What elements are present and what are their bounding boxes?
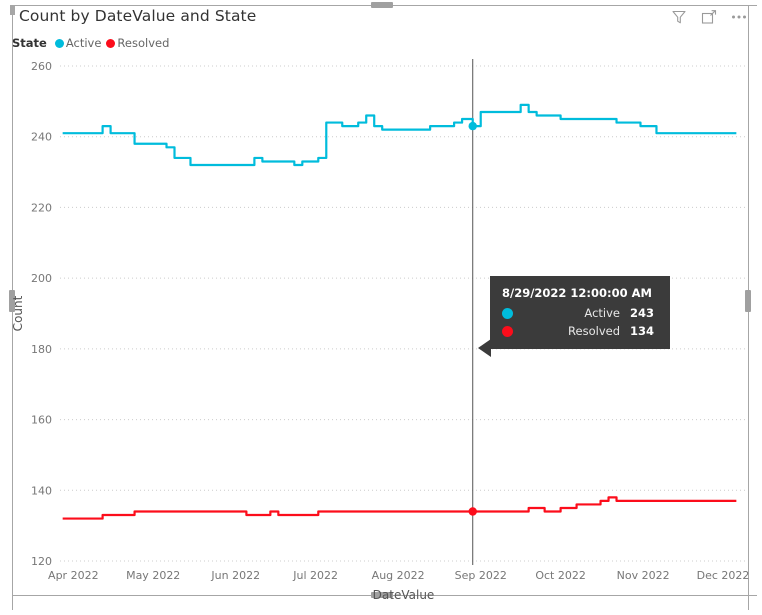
series-line-active[interactable]: [62, 103, 737, 167]
tooltip-value-active: 243: [630, 306, 655, 320]
resize-handle-left[interactable]: [9, 290, 15, 312]
tooltip-header: 8/29/2022 12:00:00 AM: [502, 286, 652, 300]
power-bi-line-chart-visual[interactable]: Count by DateValue and State State Activ…: [0, 0, 762, 615]
x-axis-tick-label: Oct 2022: [535, 569, 586, 582]
x-axis-tick-label: Sep 2022: [455, 569, 507, 582]
x-axis-tick-label: May 2022: [126, 569, 180, 582]
x-axis-tick-label: Dec 2022: [697, 569, 750, 582]
resize-handle-bottom[interactable]: [371, 592, 393, 598]
tooltip-label-active: Active: [584, 306, 620, 320]
y-axis-tick-label: 240: [31, 131, 52, 144]
y-axis-tick-label: 160: [31, 414, 52, 427]
x-axis-tick-label: Jun 2022: [210, 569, 260, 582]
y-axis-tick-label: 140: [31, 484, 52, 497]
tooltip-dot-active: [502, 307, 513, 319]
legend-label-active: Active: [65, 36, 102, 50]
tooltip-value-resolved: 134: [630, 324, 655, 338]
highlight-marker-resolved[interactable]: [468, 507, 477, 516]
y-axis-tick-label: 120: [31, 555, 52, 568]
legend-item-active[interactable]: Active: [54, 36, 102, 50]
x-axis-tick-label: Aug 2022: [372, 569, 425, 582]
legend: State Active Resolved: [12, 36, 174, 50]
series-line-resolved[interactable]: [62, 496, 737, 520]
tooltip-row-resolved: Resolved 134: [502, 324, 658, 338]
y-axis-tick-label: 180: [31, 343, 52, 356]
x-axis-tick-label: Apr 2022: [48, 569, 99, 582]
visual-corner-nub: [10, 5, 15, 15]
resize-handle-top[interactable]: [371, 2, 393, 8]
visual-header-icons: [670, 8, 748, 26]
tooltip-label-resolved: Resolved: [568, 324, 620, 338]
y-axis-tick-label: 260: [31, 60, 52, 73]
tooltip: 8/29/2022 12:00:00 AM Active 243 Resolve…: [490, 276, 670, 349]
x-axis-tick-label: Jul 2022: [292, 569, 338, 582]
tooltip-row-active: Active 243: [502, 306, 658, 320]
filter-icon[interactable]: [670, 8, 688, 26]
tooltip-dot-resolved: [502, 325, 513, 337]
highlight-marker-active[interactable]: [468, 121, 477, 131]
legend-label-resolved: Resolved: [117, 36, 170, 50]
resize-handle-right[interactable]: [745, 290, 751, 312]
y-axis-tick-label: 200: [31, 272, 52, 285]
x-axis-tick-label: Nov 2022: [617, 569, 670, 582]
y-axis-tick-label: 220: [31, 201, 52, 214]
legend-color-dot-active: [54, 38, 64, 48]
chart-title: Count by DateValue and State: [19, 7, 257, 25]
legend-title: State: [12, 36, 47, 50]
more-options-icon[interactable]: [730, 8, 748, 26]
legend-color-dot-resolved: [106, 38, 116, 48]
legend-item-resolved[interactable]: Resolved: [106, 36, 169, 50]
focus-mode-icon[interactable]: [700, 8, 718, 26]
